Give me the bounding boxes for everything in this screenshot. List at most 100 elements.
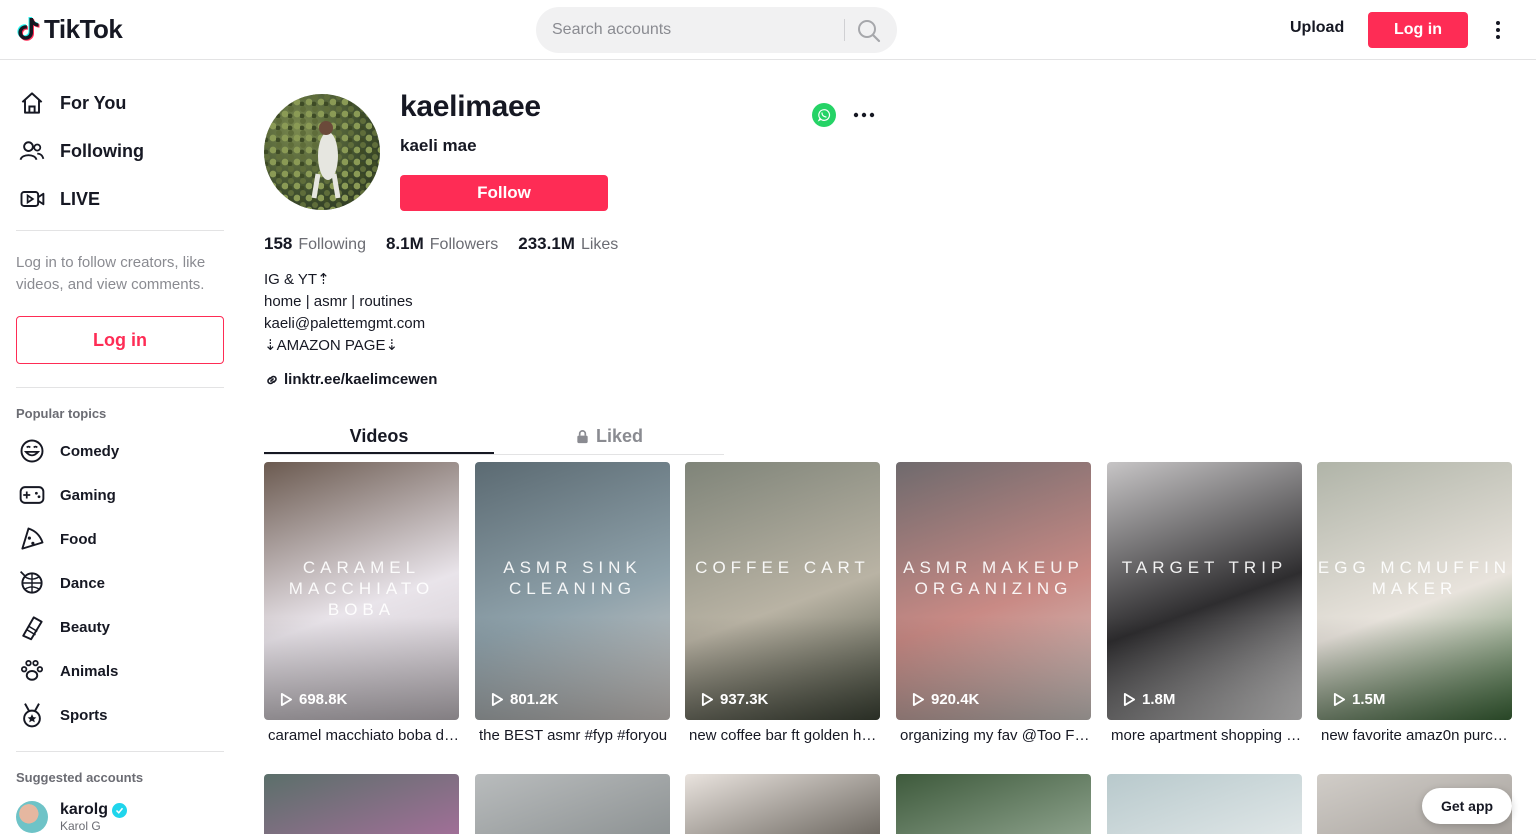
search-input[interactable] bbox=[536, 21, 836, 39]
video-views: 1.8M bbox=[1123, 691, 1175, 708]
topic-label: Gaming bbox=[60, 486, 116, 504]
nav-label: Following bbox=[60, 140, 144, 161]
video-thumbnail-shade bbox=[685, 462, 880, 720]
dance-icon bbox=[16, 567, 48, 599]
avatar bbox=[16, 801, 48, 833]
sidebar-divider bbox=[16, 387, 224, 388]
avatar-image bbox=[264, 94, 380, 210]
suggested-account-subtitle: Karol G bbox=[60, 819, 101, 833]
sports-icon bbox=[16, 699, 48, 731]
video-card[interactable] bbox=[896, 774, 1091, 834]
topic-label: Sports bbox=[60, 706, 108, 724]
video-views: 937.3K bbox=[701, 691, 768, 708]
get-app-button[interactable]: Get app bbox=[1422, 788, 1512, 824]
topic-animals[interactable]: Animals bbox=[16, 653, 118, 689]
profile-avatar[interactable] bbox=[264, 94, 380, 210]
tab-label: Liked bbox=[595, 425, 643, 446]
video-card[interactable] bbox=[1107, 774, 1302, 834]
likes-count: 233.1M Likes bbox=[518, 234, 618, 254]
nav-following[interactable]: Following bbox=[16, 131, 144, 171]
following-count[interactable]: 158 Following bbox=[264, 234, 366, 254]
video-caption[interactable]: organizing my fav @Too Faced bbox=[896, 727, 1091, 744]
video-card[interactable]: EGG MCMUFFIN MAKER 1.5M bbox=[1317, 462, 1512, 720]
video-card[interactable]: ASMR SINK CLEANING 801.2K bbox=[475, 462, 670, 720]
followers-count[interactable]: 8.1M Followers bbox=[386, 234, 498, 254]
play-icon bbox=[701, 693, 714, 706]
topic-dance[interactable]: Dance bbox=[16, 565, 105, 601]
live-icon bbox=[16, 183, 48, 215]
tiktok-logo-icon bbox=[17, 16, 40, 41]
video-card[interactable]: ASMR MAKEUP ORGANIZING 920.4K bbox=[896, 462, 1091, 720]
video-card[interactable] bbox=[685, 774, 880, 834]
nav-live[interactable]: LIVE bbox=[16, 179, 100, 219]
suggested-account-name: karolg bbox=[60, 801, 128, 819]
nav-label: LIVE bbox=[60, 188, 101, 209]
suggested-accounts-heading: Suggested accounts bbox=[16, 770, 144, 785]
video-views: 1.5M bbox=[1333, 691, 1385, 708]
play-icon bbox=[1333, 693, 1346, 706]
profile-nickname: kaeli mae bbox=[400, 136, 477, 155]
whatsapp-share-icon[interactable] bbox=[812, 103, 836, 127]
tiktok-logo[interactable]: TikTok bbox=[16, 14, 123, 45]
logo-text: TikTok bbox=[44, 14, 123, 44]
video-card[interactable]: COFFEE CART 937.3K bbox=[685, 462, 880, 720]
upload-button[interactable]: Upload bbox=[1290, 19, 1344, 37]
video-view-count: 937.3K bbox=[720, 691, 769, 708]
popular-topics-heading: Popular topics bbox=[16, 406, 107, 421]
profile-link[interactable]: linktr.ee/kaelimcewen bbox=[264, 371, 437, 388]
topic-beauty[interactable]: Beauty bbox=[16, 609, 110, 645]
video-views: 801.2K bbox=[491, 691, 558, 708]
video-view-count: 1.5M bbox=[1352, 691, 1386, 708]
topic-label: Beauty bbox=[60, 618, 111, 636]
topic-sports[interactable]: Sports bbox=[16, 697, 108, 733]
video-card[interactable] bbox=[264, 774, 459, 834]
tab-videos[interactable]: Videos bbox=[264, 417, 494, 455]
suggested-name-text: karolg bbox=[60, 801, 109, 818]
video-overlay-text: COFFEE CART bbox=[695, 558, 870, 577]
video-card[interactable]: TARGET TRIP 1.8M bbox=[1107, 462, 1302, 720]
stat-label: Following bbox=[298, 236, 366, 253]
video-caption[interactable]: new coffee bar ft golden hour bbox=[685, 727, 880, 744]
play-icon bbox=[912, 693, 925, 706]
profile-tabs: Videos Liked bbox=[264, 417, 724, 455]
suggested-account[interactable]: karolg Karol G bbox=[16, 801, 128, 833]
search-icon[interactable] bbox=[856, 18, 882, 44]
video-overlay-text: CARAMEL MACCHIATO BOBA bbox=[288, 558, 435, 619]
video-overlay-text: EGG MCMUFFIN MAKER bbox=[1317, 558, 1512, 598]
profile-stats: 158 Following 8.1M Followers 233.1M Likes bbox=[264, 234, 618, 254]
video-caption[interactable]: the BEST asmr #fyp #foryou bbox=[475, 727, 670, 744]
video-overlay-text: TARGET TRIP bbox=[1121, 558, 1288, 577]
video-caption[interactable]: new favorite amaz0n purchase bbox=[1317, 727, 1512, 744]
video-thumbnail-shade bbox=[1107, 462, 1302, 720]
tab-liked[interactable]: Liked bbox=[494, 417, 724, 455]
stat-number: 233.1M bbox=[518, 234, 575, 253]
link-icon bbox=[267, 375, 277, 384]
follow-button[interactable]: Follow bbox=[400, 175, 608, 211]
nav-for-you[interactable]: For You bbox=[16, 83, 126, 123]
suggested-account-info: karolg Karol G bbox=[60, 801, 128, 833]
profile-username: kaelimaee bbox=[400, 90, 541, 123]
profile-link-text: linktr.ee/kaelimcewen bbox=[284, 371, 438, 388]
video-views: 920.4K bbox=[912, 691, 979, 708]
video-card[interactable]: CARAMEL MACCHIATO BOBA 698.8K bbox=[264, 462, 459, 720]
video-view-count: 801.2K bbox=[510, 691, 559, 708]
video-view-count: 920.4K bbox=[931, 691, 980, 708]
profile-bio: IG & YT⇡ home | asmr | routines kaeli@pa… bbox=[264, 269, 425, 357]
animals-icon bbox=[16, 655, 48, 687]
topic-food[interactable]: Food bbox=[16, 521, 97, 557]
login-button[interactable]: Log in bbox=[1368, 12, 1468, 48]
bio-line: ⇣AMAZON PAGE⇣ bbox=[264, 337, 399, 354]
stat-label: Likes bbox=[580, 236, 619, 253]
video-caption[interactable]: more apartment shopping at target bbox=[1107, 727, 1302, 744]
topic-comedy[interactable]: Comedy bbox=[16, 433, 119, 469]
topic-gaming[interactable]: Gaming bbox=[16, 477, 116, 513]
topic-label: Food bbox=[60, 530, 97, 548]
video-card[interactable] bbox=[475, 774, 670, 834]
more-options-icon[interactable] bbox=[1488, 18, 1508, 42]
sidebar-login-button[interactable]: Log in bbox=[16, 316, 224, 364]
profile-more-icon[interactable] bbox=[852, 106, 876, 124]
active-tab-indicator bbox=[264, 452, 494, 454]
video-caption[interactable]: caramel macchiato boba drink bbox=[264, 727, 459, 744]
sidebar-divider bbox=[16, 751, 224, 752]
video-view-count: 698.8K bbox=[299, 691, 348, 708]
